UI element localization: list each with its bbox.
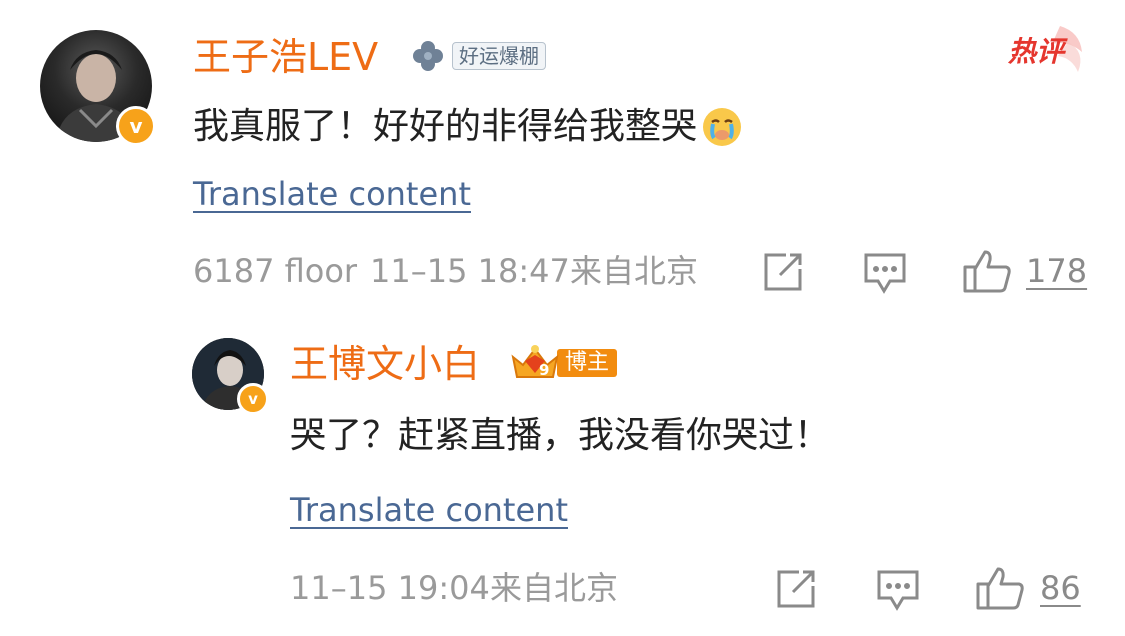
comment-time: 11–15 18:47: [370, 252, 570, 290]
commenter-username[interactable]: 王子浩LEV: [193, 38, 378, 76]
translate-link[interactable]: Translate content: [193, 178, 471, 210]
share-icon[interactable]: [762, 251, 804, 293]
reply-time: 11–15 19:04: [290, 569, 490, 607]
reply-text: 哭了？赶紧直播，我没看你哭过！: [290, 415, 831, 456]
comment-like-count[interactable]: 178: [1026, 255, 1087, 287]
like-thumb-icon[interactable]: [962, 248, 1012, 294]
comment-reply-icon[interactable]: [862, 251, 908, 295]
host-level-number: 9: [539, 361, 550, 379]
replier-username[interactable]: 王博文小白: [290, 345, 480, 383]
reply-location: 来自北京: [490, 569, 619, 607]
hot-comment-tag: 热评: [1008, 22, 1088, 78]
comment-location: 来自北京: [570, 252, 699, 290]
luck-badge-label: 好运爆棚: [452, 42, 546, 70]
clover-icon: [410, 38, 446, 74]
crying-face-emoji-icon: [701, 106, 743, 148]
reply-translate-link[interactable]: Translate content: [290, 494, 568, 526]
crown-level-icon: 9: [507, 343, 563, 383]
verified-badge-icon: v: [116, 106, 156, 146]
reply-like-count[interactable]: 86: [1040, 572, 1081, 604]
host-badge-label: 博主: [557, 349, 618, 377]
comment-text: 我真服了！好好的非得给我整哭: [193, 106, 698, 147]
reply-share-icon[interactable]: [775, 568, 817, 610]
host-badge[interactable]: 9 博主: [507, 343, 618, 383]
replier-verified-badge-icon: v: [237, 383, 269, 415]
comment-floor: 6187 floor: [193, 252, 358, 290]
reply-comment-icon[interactable]: [875, 568, 921, 612]
reply-like-thumb-icon[interactable]: [975, 565, 1025, 611]
luck-badge[interactable]: 好运爆棚: [410, 38, 546, 74]
